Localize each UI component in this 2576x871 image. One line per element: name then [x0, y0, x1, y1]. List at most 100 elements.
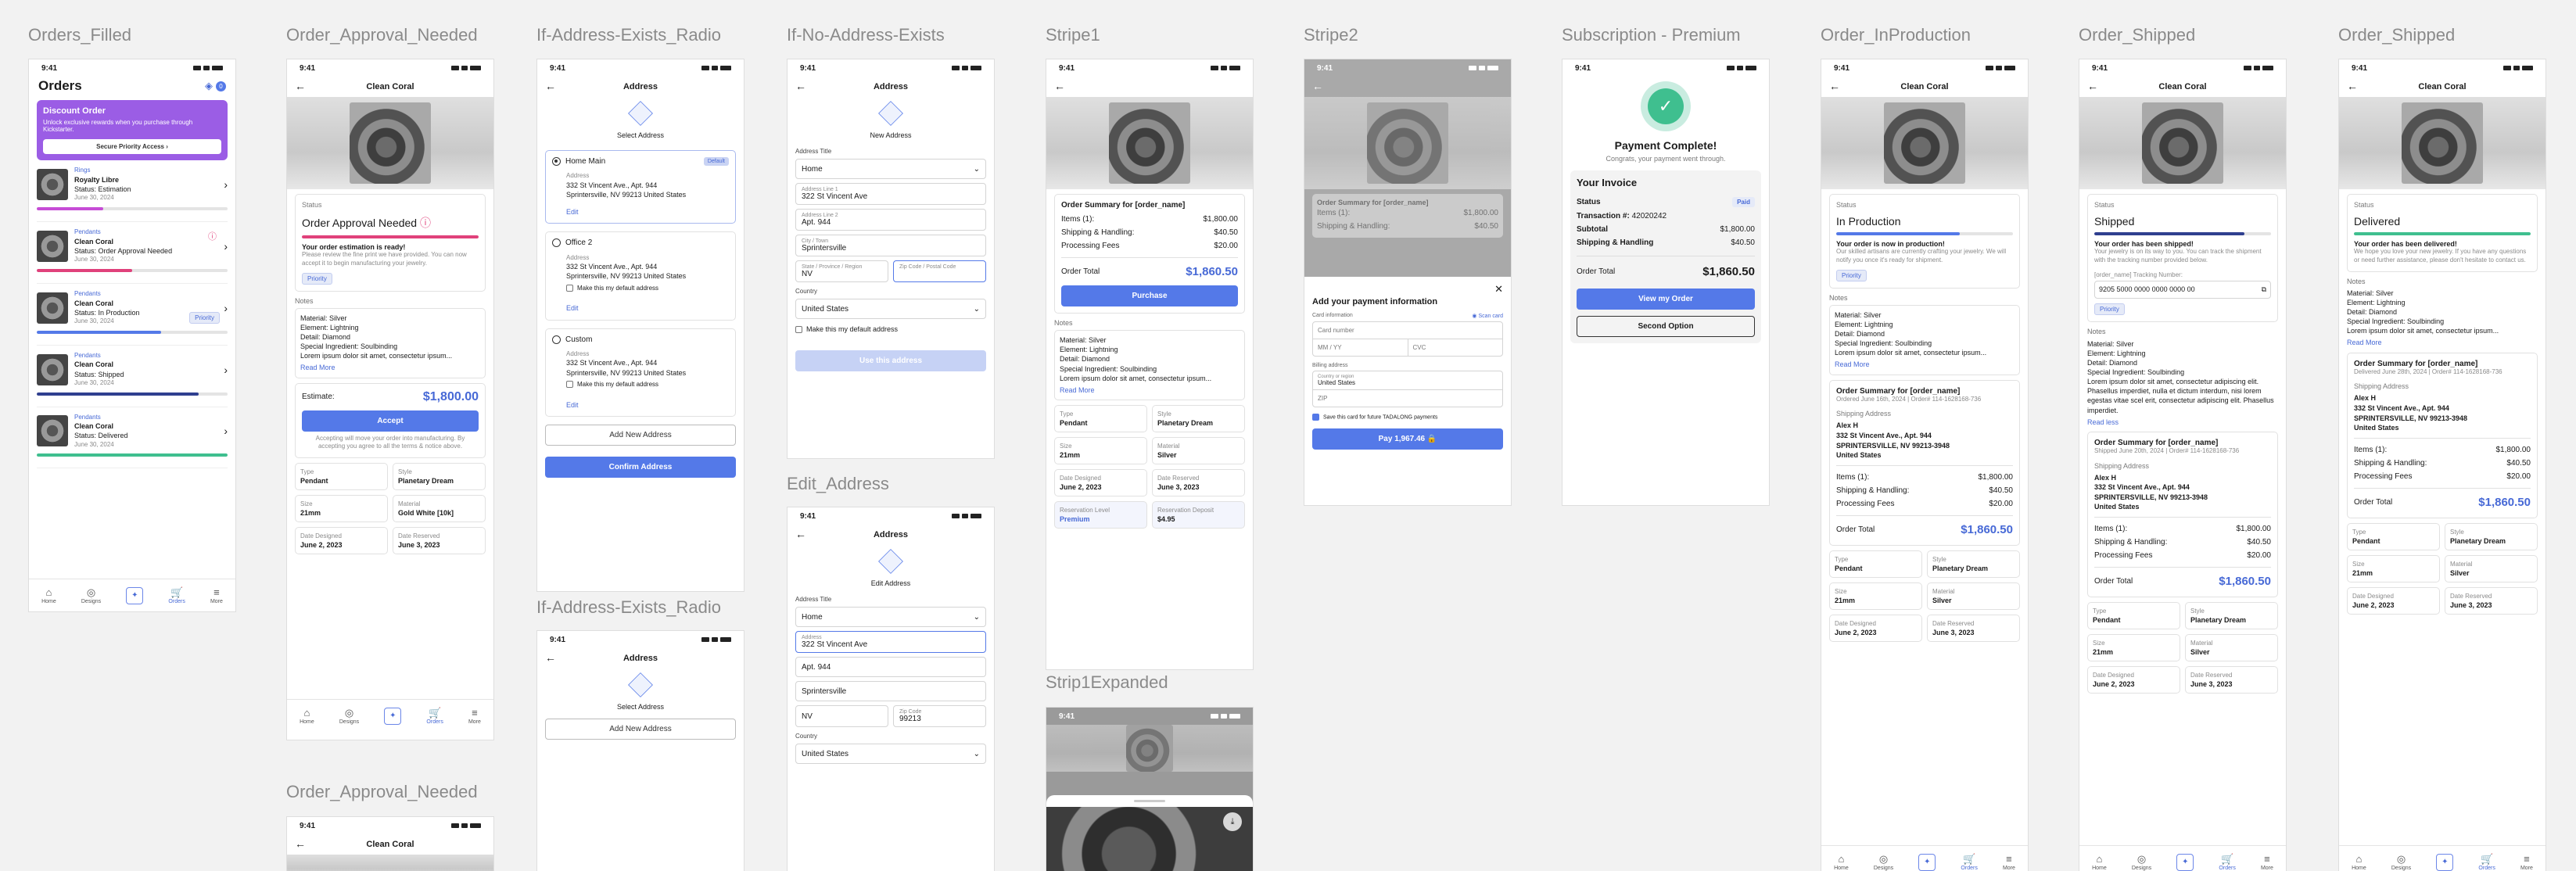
nav-designs[interactable]: ◎ Designs: [339, 708, 359, 725]
country-select[interactable]: United States ⌄: [795, 744, 986, 764]
address-option[interactable]: Office 2 Address 332 St Vincent Ave., Ap…: [545, 231, 736, 321]
notification-badge[interactable]: 0: [216, 81, 226, 91]
nav-create[interactable]: ✦: [2176, 853, 2194, 871]
chevron-right-icon[interactable]: ›: [224, 364, 228, 376]
tracking-number[interactable]: 9205 5000 0000 0000 0000 00 ⧉: [2094, 281, 2271, 299]
chevron-right-icon[interactable]: ›: [224, 302, 228, 314]
card-input[interactable]: Card number MM / YY CVC: [1312, 321, 1503, 357]
radio-button[interactable]: [552, 335, 561, 344]
nav-home[interactable]: ⌂ Home: [41, 587, 56, 604]
nav-more[interactable]: ≡ More: [2520, 854, 2533, 871]
order-list-item[interactable]: Rings Royalty Libre Status: Estimation J…: [37, 167, 228, 222]
address-title-select[interactable]: Home ⌄: [795, 159, 986, 179]
back-arrow-icon[interactable]: ←: [295, 80, 306, 92]
nav-home[interactable]: ⌂ Home: [2352, 854, 2366, 871]
radio-button[interactable]: [552, 238, 561, 248]
chevron-right-icon[interactable]: ›: [224, 240, 228, 253]
order-list-item[interactable]: Pendants Clean Coral Status: Order Appro…: [37, 228, 228, 284]
nav-home[interactable]: ⌂ Home: [300, 708, 314, 725]
state-input[interactable]: State / Province / Region NV: [795, 260, 888, 282]
notes-section: Notes Material: Silver Element: Lightning…: [2347, 277, 2538, 348]
address-title-select[interactable]: Home ⌄: [795, 607, 986, 627]
back-arrow-icon[interactable]: ←: [545, 651, 556, 664]
back-arrow-icon[interactable]: ←: [2087, 80, 2098, 92]
nav-create[interactable]: ✦: [384, 707, 402, 725]
zip-input[interactable]: Zip Code / Postal Code: [893, 260, 986, 282]
add-new-address-button[interactable]: Add New Address: [545, 719, 736, 740]
address-line2-input[interactable]: Apt. 944: [795, 657, 986, 677]
scan-card-button[interactable]: ◉ Scan card: [1472, 313, 1503, 319]
close-icon[interactable]: ✕: [1312, 283, 1503, 296]
nav-designs[interactable]: ◎ Designs: [81, 587, 101, 604]
back-arrow-icon[interactable]: ←: [2347, 80, 2358, 92]
secure-priority-button[interactable]: Secure Priority Access ›: [43, 139, 221, 154]
country-select[interactable]: United States ⌄: [795, 299, 986, 319]
chevron-right-icon[interactable]: ›: [224, 425, 228, 437]
order-list-item[interactable]: Pendants Clean Coral Status: Delivered J…: [37, 414, 228, 469]
chevron-right-icon[interactable]: ›: [224, 178, 228, 191]
nav-create[interactable]: ✦: [1918, 853, 1936, 871]
nav-orders[interactable]: 🛒 Orders: [168, 587, 185, 604]
read-more-link[interactable]: Read More: [2347, 338, 2538, 347]
confirm-address-button[interactable]: Confirm Address: [545, 456, 736, 478]
nav-home[interactable]: ⌂ Home: [1834, 854, 1849, 871]
nav-more[interactable]: ≡ More: [468, 708, 481, 725]
back-arrow-icon[interactable]: ←: [295, 837, 306, 850]
edit-link[interactable]: Edit: [566, 400, 729, 410]
back-arrow-icon[interactable]: ←: [1054, 80, 1065, 92]
nav-more[interactable]: ≡ More: [2003, 854, 2015, 871]
edit-link[interactable]: Edit: [566, 303, 729, 313]
nav-orders[interactable]: 🛒 Orders: [2478, 854, 2495, 871]
state-input[interactable]: NV: [795, 705, 888, 727]
zip-input[interactable]: Zip Code 99213: [893, 705, 986, 727]
read-more-link[interactable]: Read less: [2087, 418, 2278, 427]
pay-button[interactable]: Pay 1,967.46 🔒: [1312, 428, 1503, 450]
order-list-item[interactable]: Pendants Clean Coral Status: Shipped Jun…: [37, 352, 228, 407]
address-line2-input[interactable]: Address Line 2 Apt. 944: [795, 209, 986, 231]
download-icon[interactable]: ⤓: [1223, 812, 1242, 831]
back-arrow-icon[interactable]: ←: [545, 80, 556, 92]
city-input[interactable]: City / Town Sprintersville: [795, 235, 986, 256]
default-checkbox[interactable]: Make this my default address: [795, 325, 986, 334]
back-arrow-icon[interactable]: ←: [795, 528, 806, 540]
nav-create[interactable]: ✦: [126, 586, 144, 604]
read-more-link[interactable]: Read More: [300, 363, 480, 372]
order-list-item[interactable]: Pendants Clean Coral Status: In Producti…: [37, 290, 228, 346]
default-checkbox[interactable]: Make this my default address: [566, 381, 729, 389]
edit-link[interactable]: Edit: [566, 207, 729, 217]
nav-designs[interactable]: ◎ Designs: [1874, 854, 1893, 871]
nav-designs[interactable]: ◎ Designs: [2391, 854, 2411, 871]
city-input[interactable]: Sprintersville: [795, 681, 986, 701]
use-address-button[interactable]: Use this address: [795, 350, 986, 372]
nav-orders[interactable]: 🛒 Orders: [1961, 854, 1977, 871]
back-arrow-icon[interactable]: ←: [795, 80, 806, 92]
accept-button[interactable]: Accept: [302, 410, 479, 432]
paid-badge: Paid: [1732, 197, 1755, 207]
back-arrow-icon[interactable]: ←: [1312, 80, 1323, 92]
nav-more[interactable]: ≡ More: [210, 587, 223, 604]
address-option[interactable]: Custom Address 332 St Vincent Ave., Apt.…: [545, 328, 736, 417]
add-new-address-button[interactable]: Add New Address: [545, 424, 736, 446]
second-option-button[interactable]: Second Option: [1577, 316, 1755, 337]
address-line1-input[interactable]: Address 322 St Vincent Ave: [795, 631, 986, 653]
default-checkbox[interactable]: Make this my default address: [566, 285, 729, 293]
address-line1-input[interactable]: Address Line 1 322 St Vincent Ave: [795, 183, 986, 205]
read-more-link[interactable]: Read More: [1060, 385, 1240, 395]
billing-input[interactable]: Country or region United States ZIP: [1312, 371, 1503, 407]
nav-create[interactable]: ✦: [2436, 853, 2454, 871]
nav-more[interactable]: ≡ More: [2261, 854, 2273, 871]
nav-home[interactable]: ⌂ Home: [2092, 854, 2107, 871]
save-card-checkbox[interactable]: Save this card for future TADALONG payme…: [1312, 414, 1503, 421]
view-order-button[interactable]: View my Order: [1577, 289, 1755, 310]
payment-sheet: ✕ Add your payment information Card info…: [1304, 277, 1511, 505]
back-arrow-icon[interactable]: ←: [1829, 80, 1840, 92]
nav-orders[interactable]: 🛒 Orders: [426, 708, 443, 725]
gem-icon[interactable]: ◈: [205, 80, 213, 92]
purchase-button[interactable]: Purchase: [1061, 285, 1238, 306]
nav-designs[interactable]: ◎ Designs: [2132, 854, 2151, 871]
read-more-link[interactable]: Read More: [1835, 360, 2015, 369]
address-option[interactable]: Home Main Address 332 St Vincent Ave., A…: [545, 150, 736, 224]
copy-icon[interactable]: ⧉: [2262, 285, 2266, 294]
nav-orders[interactable]: 🛒 Orders: [2219, 854, 2235, 871]
radio-button[interactable]: [552, 157, 561, 166]
